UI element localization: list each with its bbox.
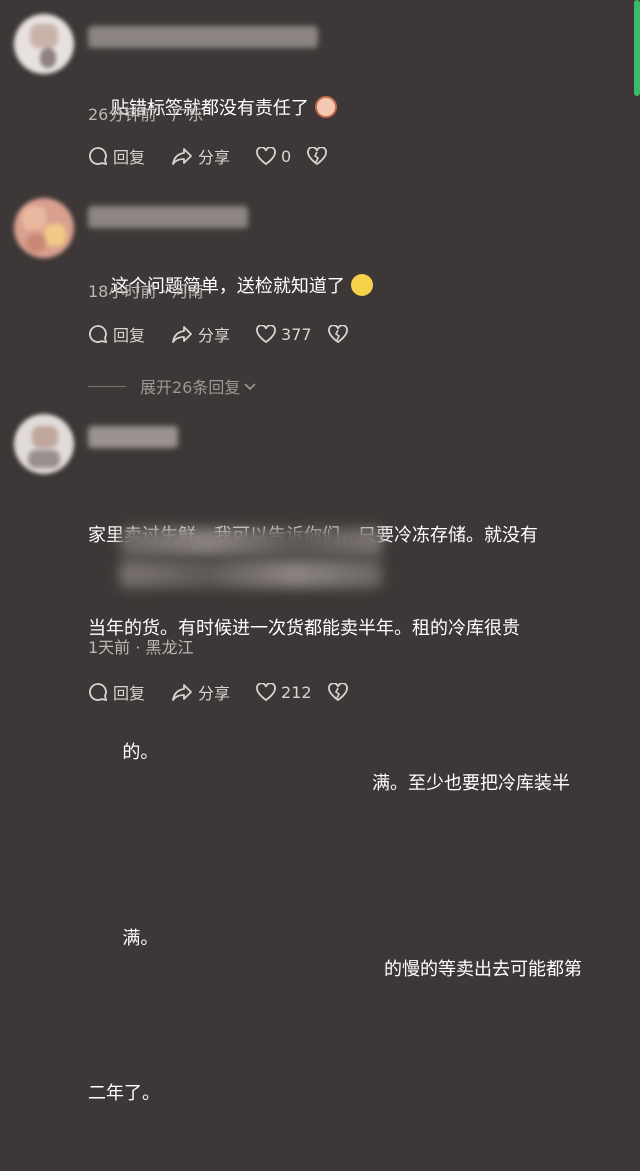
expand-replies-button[interactable]: 展开26条回复 xyxy=(88,374,258,398)
comment-location: 广东 xyxy=(171,105,204,124)
avatar[interactable] xyxy=(14,198,74,258)
like-button[interactable]: 212 xyxy=(256,683,312,702)
share-label: 分享 xyxy=(198,148,231,167)
comment-text-fragment: 满。至少也要把冷库装半 xyxy=(372,773,570,794)
reply-bubble-icon xyxy=(89,325,108,344)
share-label: 分享 xyxy=(198,684,231,703)
broken-heart-icon xyxy=(327,683,348,701)
username[interactable] xyxy=(88,26,318,48)
heart-icon xyxy=(256,325,276,343)
redacted-text xyxy=(120,560,382,588)
broken-heart-icon xyxy=(327,325,348,343)
meta-separator: · xyxy=(161,282,167,301)
comment-meta: 1天前 · 黑龙江 xyxy=(88,634,193,658)
like-count: 0 xyxy=(281,146,292,166)
shocked-face-emoji-icon xyxy=(314,96,337,118)
divider-line xyxy=(88,385,126,387)
username[interactable] xyxy=(88,426,178,448)
like-count: 377 xyxy=(281,324,312,344)
reply-button[interactable]: 回复 xyxy=(88,680,145,704)
scrollbar[interactable] xyxy=(634,0,640,96)
reply-label: 回复 xyxy=(113,326,146,345)
like-button[interactable]: 0 xyxy=(256,147,291,166)
comment-text-fragment: 满。 xyxy=(122,928,159,949)
comment-location: 黑龙江 xyxy=(145,638,194,657)
broken-heart-icon xyxy=(307,147,328,165)
reply-button[interactable]: 回复 xyxy=(88,322,145,346)
dislike-button[interactable] xyxy=(327,683,353,701)
expand-replies-label: 展开26条回复 xyxy=(140,378,241,397)
comment-time: 18小时前 xyxy=(88,282,157,301)
comment-text-line: 的。 满。至少也要把冷库装半 xyxy=(88,706,610,830)
comment-meta: 26分钟前 · 广东 xyxy=(88,101,204,125)
comment-text-fragment: 的。 xyxy=(122,742,159,763)
reply-bubble-icon xyxy=(89,147,108,166)
share-button[interactable]: 分享 xyxy=(171,144,230,168)
share-arrow-icon xyxy=(172,684,192,701)
meta-separator: · xyxy=(161,105,167,124)
comment-actions: 回复 分享 0 xyxy=(88,144,358,168)
username[interactable] xyxy=(88,206,248,228)
comment-actions: 回复 分享 212 xyxy=(88,680,379,704)
comment-location: 河南 xyxy=(171,282,204,301)
like-count: 212 xyxy=(281,682,312,702)
thinking-face-emoji-icon xyxy=(350,274,373,296)
share-label: 分享 xyxy=(198,326,231,345)
heart-icon xyxy=(256,147,276,165)
heart-icon xyxy=(256,683,276,701)
reply-bubble-icon xyxy=(89,683,108,702)
comment-text-line: 满。 的慢的等卖出去可能都第 xyxy=(88,892,610,1016)
share-button[interactable]: 分享 xyxy=(171,680,230,704)
meta-separator: · xyxy=(135,638,141,657)
comment-time: 26分钟前 xyxy=(88,105,157,124)
comment-text-fragment: 的慢的等卖出去可能都第 xyxy=(384,959,582,980)
comment-time: 1天前 xyxy=(88,638,131,657)
chevron-down-icon xyxy=(244,383,256,391)
redacted-text xyxy=(120,528,382,556)
share-arrow-icon xyxy=(172,148,192,165)
share-arrow-icon xyxy=(172,326,192,343)
comment-meta: 18小时前 · 河南 xyxy=(88,278,204,302)
dislike-button[interactable] xyxy=(307,147,332,165)
avatar[interactable] xyxy=(14,14,74,74)
comment-actions: 回复 分享 377 xyxy=(88,322,379,346)
share-button[interactable]: 分享 xyxy=(171,322,230,346)
comment-text-line: 二年了。 xyxy=(88,1083,160,1104)
avatar[interactable] xyxy=(14,414,74,474)
reply-button[interactable]: 回复 xyxy=(88,144,145,168)
like-button[interactable]: 377 xyxy=(256,325,312,344)
dislike-button[interactable] xyxy=(327,325,353,343)
reply-label: 回复 xyxy=(113,148,146,167)
reply-label: 回复 xyxy=(113,684,146,703)
